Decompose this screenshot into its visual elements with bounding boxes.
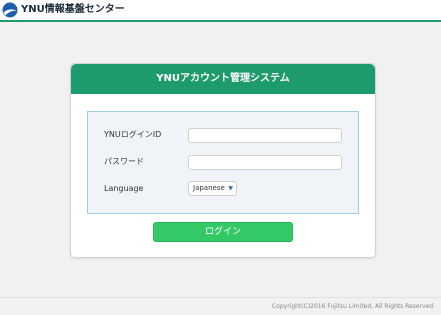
copyright-text: Copyright(C)2016 Fujitsu Limited, All Ri… bbox=[271, 303, 435, 310]
user-id-label: YNUログインID bbox=[104, 130, 162, 139]
password-label: パスワード bbox=[104, 157, 144, 166]
language-select[interactable]: Japanese ▼ bbox=[188, 181, 237, 196]
login-form: YNUログインID パスワード Language Japanese ▼ bbox=[87, 111, 359, 214]
login-card: YNUアカウント管理システム YNUログインID パスワード Language … bbox=[70, 63, 376, 258]
login-button[interactable]: ログイン bbox=[153, 222, 293, 242]
user-id-input[interactable] bbox=[188, 128, 342, 143]
ynu-logo-icon bbox=[2, 2, 18, 18]
password-input[interactable] bbox=[188, 155, 342, 170]
card-title: YNUアカウント管理システム bbox=[71, 64, 375, 94]
dropdown-triangle-icon: ▼ bbox=[228, 185, 233, 192]
page-footer: Copyright(C)2016 Fujitsu Limited, All Ri… bbox=[0, 297, 441, 315]
top-header: YNU情報基盤センター bbox=[0, 0, 441, 22]
language-label: Language bbox=[104, 184, 144, 193]
language-selected-value: Japanese bbox=[193, 184, 225, 192]
site-logo-text: YNU情報基盤センター bbox=[21, 4, 125, 15]
